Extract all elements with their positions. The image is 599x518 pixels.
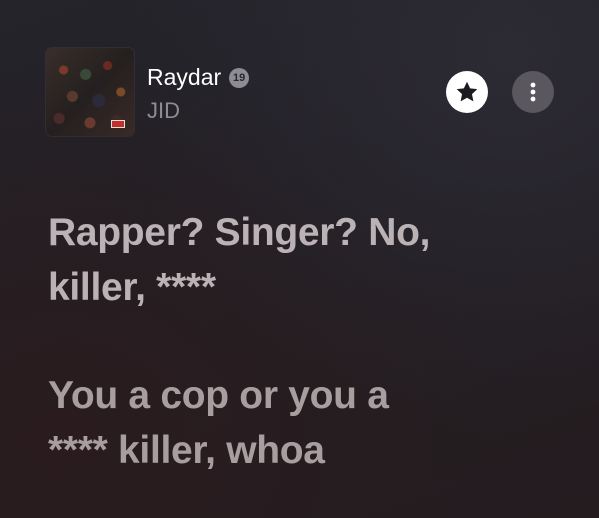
age-rating-badge: 19 <box>229 67 250 88</box>
album-artwork[interactable] <box>46 48 134 136</box>
lyric-line[interactable]: **** killer, whoa <box>48 423 578 478</box>
favorite-button[interactable] <box>446 71 488 113</box>
lyric-line[interactable]: killer, **** <box>48 260 578 315</box>
now-playing-header: Raydar 19 JID <box>46 46 556 136</box>
artist-name[interactable]: JID <box>147 98 180 124</box>
lyrics-view: Rapper? Singer? No, killer, **** You a c… <box>48 205 578 478</box>
lyric-stanza-gap <box>48 315 578 368</box>
title-row: Raydar 19 <box>147 64 250 91</box>
star-icon <box>456 81 478 102</box>
song-title[interactable]: Raydar <box>147 64 221 91</box>
lyric-line[interactable]: You a cop or you a <box>48 368 578 423</box>
lyric-line[interactable]: Rapper? Singer? No, <box>48 205 578 260</box>
artwork-label <box>111 120 125 128</box>
more-vertical-icon <box>530 82 536 102</box>
more-options-button[interactable] <box>512 71 554 113</box>
